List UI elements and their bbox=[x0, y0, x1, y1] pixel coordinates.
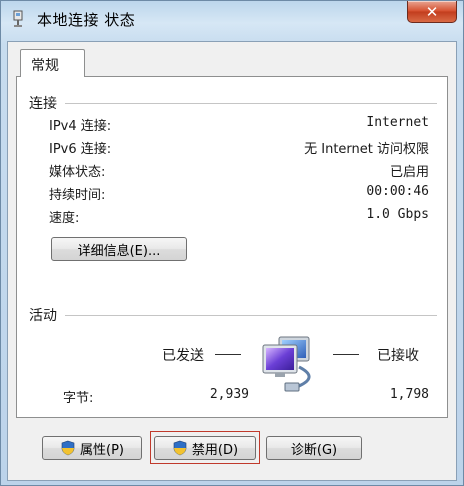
row-label-media-state: 媒体状态: bbox=[49, 165, 106, 180]
close-button[interactable]: ✕ bbox=[407, 1, 457, 23]
properties-button-label: 属性(P) bbox=[80, 442, 124, 458]
group-divider-activity bbox=[65, 315, 437, 316]
diagnose-button-label: 诊断(G) bbox=[290, 442, 338, 458]
row-value-media-state: 已启用 bbox=[389, 165, 429, 180]
uac-shield-icon bbox=[173, 440, 187, 456]
bytes-received-value: 1,798 bbox=[389, 387, 429, 402]
row-value-ipv6: 无 Internet 访问权限 bbox=[304, 142, 429, 157]
window-title: 本地连接 状态 bbox=[37, 11, 136, 29]
sent-label: 已发送 bbox=[162, 348, 204, 364]
row-label-duration: 持续时间: bbox=[49, 188, 106, 203]
diagnose-button[interactable]: 诊断(G) bbox=[266, 436, 362, 460]
network-adapter-icon bbox=[13, 10, 23, 27]
uac-shield-icon bbox=[61, 440, 75, 456]
row-value-duration: 00:00:46 bbox=[366, 184, 429, 199]
row-label-ipv6: IPv6 连接: bbox=[49, 142, 112, 157]
tab-general[interactable]: 常规 bbox=[20, 49, 85, 77]
group-label-activity: 活动 bbox=[29, 308, 57, 324]
row-value-ipv4: Internet bbox=[366, 115, 429, 130]
network-computers-icon bbox=[262, 336, 311, 392]
tab-panel-general: 连接 IPv4 连接: Internet IPv6 连接: 无 Internet… bbox=[16, 76, 448, 418]
details-button[interactable]: 详细信息(E)... bbox=[51, 237, 187, 261]
row-value-speed: 1.0 Gbps bbox=[366, 207, 429, 222]
details-button-label: 详细信息(E)... bbox=[77, 243, 161, 259]
close-icon: ✕ bbox=[425, 2, 439, 21]
group-label-connection: 连接 bbox=[29, 96, 57, 112]
window-frame: 本地连接 状态 ✕ 常规 连接 IPv4 连接: Internet IPv6 连… bbox=[0, 0, 464, 486]
sent-connector-line bbox=[215, 354, 241, 355]
row-label-ipv4: IPv4 连接: bbox=[49, 119, 112, 134]
received-connector-line bbox=[333, 354, 359, 355]
bytes-sent-value: 2,939 bbox=[209, 387, 249, 402]
group-divider-connection bbox=[65, 103, 437, 104]
title-bar[interactable]: 本地连接 状态 ✕ bbox=[1, 1, 463, 41]
disable-button[interactable]: 禁用(D) bbox=[154, 436, 256, 460]
disable-button-label: 禁用(D) bbox=[191, 442, 239, 458]
properties-button[interactable]: 属性(P) bbox=[42, 436, 142, 460]
dialog-client-area: 常规 连接 IPv4 连接: Internet IPv6 连接: 无 Inter… bbox=[7, 41, 457, 481]
row-label-speed: 速度: bbox=[49, 211, 80, 226]
received-label: 已接收 bbox=[377, 348, 419, 364]
bytes-label: 字节: bbox=[63, 391, 94, 406]
